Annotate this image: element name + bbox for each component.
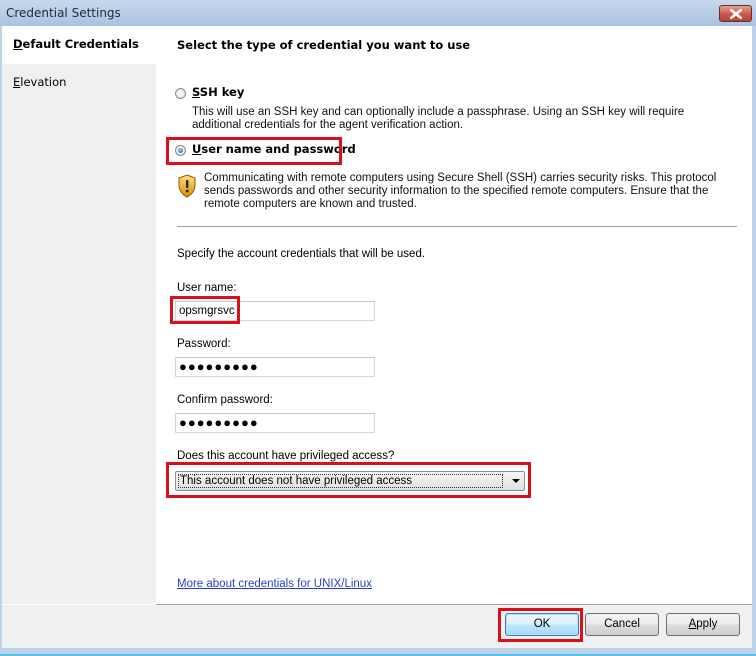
ssh-key-radio[interactable] bbox=[175, 88, 186, 99]
password-input[interactable]: ●●●●●●●●● bbox=[175, 357, 375, 377]
ssh-security-warning-text: Communicating with remote computers usin… bbox=[204, 172, 717, 210]
section-divider bbox=[177, 226, 737, 227]
credentials-intro-text: Specify the account credentials that wil… bbox=[177, 248, 426, 260]
window-frame-bottom bbox=[0, 648, 756, 656]
username-password-radio[interactable] bbox=[175, 145, 186, 156]
ssh-key-description: This will use an SSH key and can optiona… bbox=[192, 106, 685, 131]
chevron-down-icon bbox=[512, 479, 520, 483]
close-x-icon bbox=[730, 9, 742, 19]
sidebar-item-label: levation bbox=[20, 75, 67, 89]
content-panel: Select the type of credential you want t… bbox=[156, 26, 752, 604]
ok-button[interactable]: OK bbox=[505, 613, 579, 636]
privileged-access-selected: This account does not have privileged ac… bbox=[178, 474, 503, 488]
password-label: Password: bbox=[177, 338, 231, 350]
sidebar-item-elevation[interactable]: Elevation bbox=[2, 64, 156, 102]
sidebar: Default Credentials Elevation bbox=[2, 26, 156, 604]
window-title: Credential Settings bbox=[6, 6, 121, 20]
sidebar-item-default-credentials[interactable]: Default Credentials bbox=[2, 26, 156, 64]
help-link-unix-credentials[interactable]: More about credentials for UNIX/Linux bbox=[177, 578, 372, 590]
username-password-radio-label[interactable]: User name and password bbox=[192, 142, 356, 156]
footer-divider bbox=[2, 604, 156, 605]
cancel-button[interactable]: Cancel bbox=[585, 613, 659, 636]
apply-label-rest: pply bbox=[696, 618, 718, 630]
username-label: User name: bbox=[177, 282, 237, 294]
username-password-label-text: ser name and password bbox=[201, 142, 356, 156]
mnemonic: D bbox=[13, 37, 23, 51]
privileged-access-label: Does this account have privileged access… bbox=[177, 450, 395, 462]
mnemonic: S bbox=[192, 85, 200, 99]
privileged-access-dropdown[interactable]: This account does not have privileged ac… bbox=[175, 471, 525, 491]
apply-button[interactable]: Apply bbox=[666, 613, 740, 636]
username-input[interactable]: opsmgrsvc bbox=[175, 301, 375, 321]
confirm-password-label: Confirm password: bbox=[177, 394, 273, 406]
confirm-password-input[interactable]: ●●●●●●●●● bbox=[175, 413, 375, 433]
sidebar-item-label: efault Credentials bbox=[22, 37, 139, 51]
ssh-key-label-text: SH key bbox=[199, 85, 245, 99]
page-heading: Select the type of credential you want t… bbox=[177, 38, 471, 52]
ssh-key-radio-label[interactable]: SSH key bbox=[192, 85, 244, 99]
close-button[interactable] bbox=[719, 5, 752, 22]
title-bar: Credential Settings bbox=[0, 0, 756, 26]
security-shield-warning-icon bbox=[178, 174, 196, 198]
mnemonic: U bbox=[192, 142, 202, 156]
window-frame-right bbox=[752, 26, 756, 656]
